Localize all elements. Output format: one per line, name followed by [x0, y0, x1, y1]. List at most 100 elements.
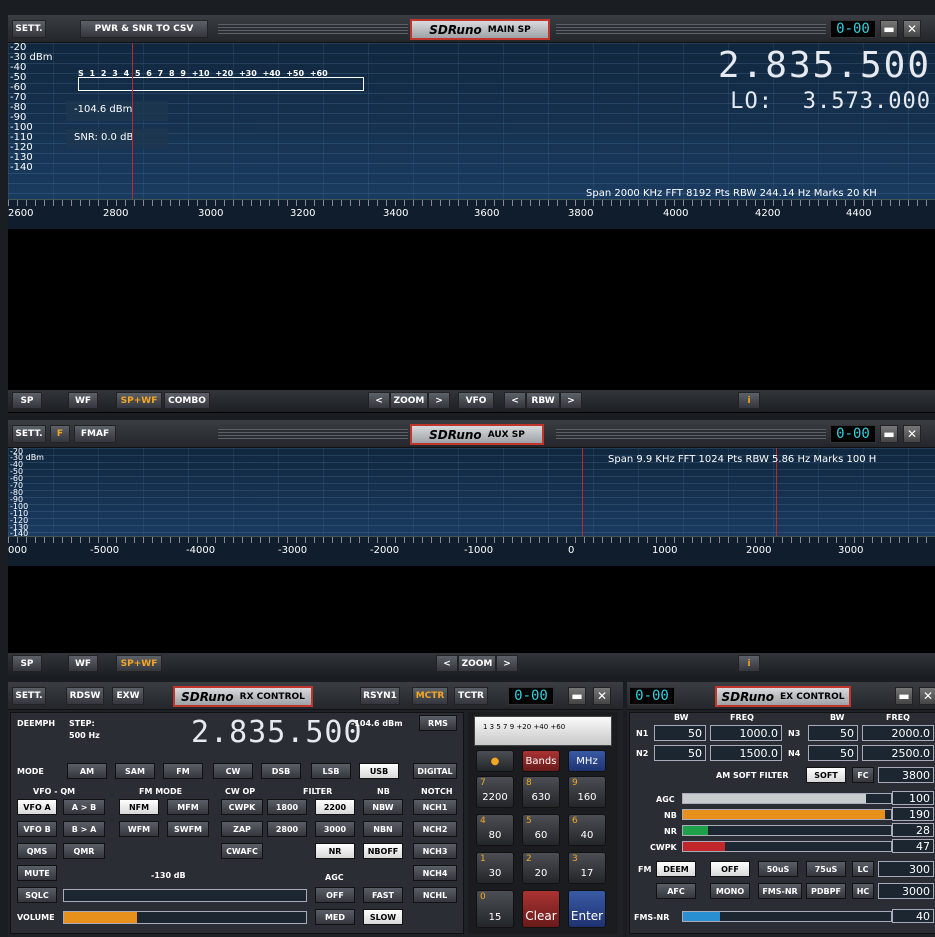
- main-spectrum-plot[interactable]: -20 -30 dBm -40 -50 -60 -70 -80 -90 -100…: [8, 43, 935, 199]
- nch3-button[interactable]: NCH3: [413, 843, 457, 859]
- exw-button[interactable]: EXW: [112, 687, 144, 705]
- filter-2200-button[interactable]: 2200: [315, 799, 355, 815]
- agc-med-button[interactable]: MED: [315, 909, 355, 925]
- key-0[interactable]: 0 15: [476, 890, 514, 928]
- n3-bw-field[interactable]: 50: [808, 725, 858, 741]
- cwpk-button[interactable]: CWPK: [221, 799, 263, 815]
- enter-key[interactable]: Enter: [568, 890, 606, 928]
- info-button[interactable]: i: [738, 655, 760, 672]
- sp-button[interactable]: SP: [12, 655, 42, 672]
- waterfall-area[interactable]: [8, 229, 935, 389]
- zoom-in-button[interactable]: >: [428, 392, 450, 409]
- nbw-button[interactable]: NBW: [363, 799, 403, 815]
- close-button[interactable]: ✕: [903, 20, 921, 38]
- minimize-button[interactable]: ▬: [880, 425, 898, 443]
- nbn-button[interactable]: NBN: [363, 821, 403, 837]
- rms-button[interactable]: RMS: [419, 715, 457, 731]
- mode-lsb-button[interactable]: LSB: [311, 763, 351, 779]
- lc-field[interactable]: 300: [878, 861, 934, 877]
- hc-field[interactable]: 3000: [878, 883, 934, 899]
- sett-button[interactable]: SETT.: [12, 425, 46, 443]
- mute-button[interactable]: MUTE: [17, 865, 57, 881]
- fc-field[interactable]: 3800: [878, 767, 934, 783]
- mfm-button[interactable]: MFM: [167, 799, 209, 815]
- fmaf-button[interactable]: FMAF: [74, 425, 116, 443]
- wf-button[interactable]: WF: [68, 655, 98, 672]
- mode-fm-button[interactable]: FM: [163, 763, 203, 779]
- minimize-button[interactable]: ▬: [895, 687, 913, 705]
- nb-slider[interactable]: [682, 809, 892, 820]
- mode-dsb-button[interactable]: DSB: [261, 763, 301, 779]
- mode-sam-button[interactable]: SAM: [115, 763, 155, 779]
- cwafc-button[interactable]: CWAFC: [221, 843, 263, 859]
- qmr-button[interactable]: QMR: [63, 843, 105, 859]
- mhz-key[interactable]: MHz: [568, 750, 606, 772]
- drag-grip[interactable]: [556, 429, 826, 439]
- nch4-button[interactable]: NCH4: [413, 865, 457, 881]
- key-3[interactable]: 3 17: [568, 852, 606, 884]
- minimize-button[interactable]: ▬: [568, 687, 586, 705]
- close-button[interactable]: ✕: [919, 687, 935, 705]
- sp-wf-button[interactable]: SP+WF: [116, 392, 162, 409]
- filter-3000-button[interactable]: 3000: [315, 821, 355, 837]
- rx-frequency-display[interactable]: 2.835.500: [191, 715, 363, 750]
- zoom-out-button[interactable]: <: [436, 655, 458, 672]
- mode-usb-button[interactable]: USB: [359, 763, 399, 779]
- main-frequency-display[interactable]: 2.835.500: [718, 45, 931, 86]
- drag-grip[interactable]: [218, 429, 408, 439]
- combo-button[interactable]: COMBO: [164, 392, 210, 409]
- filter-1800-button[interactable]: 1800: [267, 799, 307, 815]
- rsyn1-button[interactable]: RSYN1: [360, 687, 400, 705]
- zap-button[interactable]: ZAP: [221, 821, 263, 837]
- key-6[interactable]: 6 40: [568, 814, 606, 846]
- key-7[interactable]: 7 2200: [476, 776, 514, 808]
- minimize-button[interactable]: ▬: [880, 20, 898, 38]
- n2-bw-field[interactable]: 50: [654, 745, 706, 761]
- agc-slider[interactable]: [682, 793, 892, 804]
- nchl-button[interactable]: NCHL: [413, 887, 457, 903]
- agc-fast-button[interactable]: FAST: [363, 887, 403, 903]
- agc-slow-button[interactable]: SLOW: [363, 909, 403, 925]
- n1-bw-field[interactable]: 50: [654, 725, 706, 741]
- swfm-button[interactable]: SWFM: [167, 821, 209, 837]
- fms-nr-slider[interactable]: [682, 911, 892, 922]
- close-button[interactable]: ✕: [903, 425, 921, 443]
- filter-2800-button[interactable]: 2800: [267, 821, 307, 837]
- nch1-button[interactable]: NCH1: [413, 799, 457, 815]
- clear-key[interactable]: Clear: [522, 890, 560, 928]
- nr-slider[interactable]: [682, 825, 892, 836]
- sp-button[interactable]: SP: [12, 392, 42, 409]
- nboff-button[interactable]: NBOFF: [363, 843, 403, 859]
- aux-spectrum-plot[interactable]: -20 -30 dBm -40 -50 -60 -70 -80 -90 -100…: [8, 448, 935, 538]
- sett-button[interactable]: SETT.: [12, 687, 46, 705]
- bands-key[interactable]: Bands: [522, 750, 560, 772]
- rdsw-button[interactable]: RDSW: [66, 687, 104, 705]
- nch2-button[interactable]: NCH2: [413, 821, 457, 837]
- n2-freq-field[interactable]: 1500.0: [710, 745, 782, 761]
- cwpk-slider[interactable]: [682, 841, 892, 852]
- zoom-out-button[interactable]: <: [368, 392, 390, 409]
- rbw-increase-button[interactable]: >: [560, 392, 582, 409]
- nfm-button[interactable]: NFM: [119, 799, 159, 815]
- tctr-button[interactable]: TCTR: [454, 687, 488, 705]
- soft-button[interactable]: SOFT: [806, 767, 846, 783]
- zoom-in-button[interactable]: >: [496, 655, 518, 672]
- mono-button[interactable]: MONO: [710, 883, 750, 899]
- deem-button[interactable]: DEEM: [656, 861, 696, 877]
- a-to-b-button[interactable]: A > B: [63, 799, 105, 815]
- volume-slider[interactable]: [63, 911, 307, 924]
- vfo-button[interactable]: VFO: [458, 392, 494, 409]
- rbw-decrease-button[interactable]: <: [504, 392, 526, 409]
- step-value[interactable]: 500 Hz: [69, 731, 100, 740]
- sqlc-button[interactable]: SQLC: [17, 887, 57, 903]
- pdbpf-button[interactable]: PDBPF: [806, 883, 846, 899]
- close-button[interactable]: ✕: [593, 687, 611, 705]
- key-1[interactable]: 1 30: [476, 852, 514, 884]
- n1-freq-field[interactable]: 1000.0: [710, 725, 782, 741]
- n3-freq-field[interactable]: 2000.0: [862, 725, 934, 741]
- drag-grip[interactable]: [218, 24, 408, 34]
- f-button[interactable]: F: [50, 425, 70, 443]
- afc-button[interactable]: AFC: [656, 883, 696, 899]
- vfo-a-button[interactable]: VFO A: [17, 799, 57, 815]
- mctr-button[interactable]: MCTR: [412, 687, 448, 705]
